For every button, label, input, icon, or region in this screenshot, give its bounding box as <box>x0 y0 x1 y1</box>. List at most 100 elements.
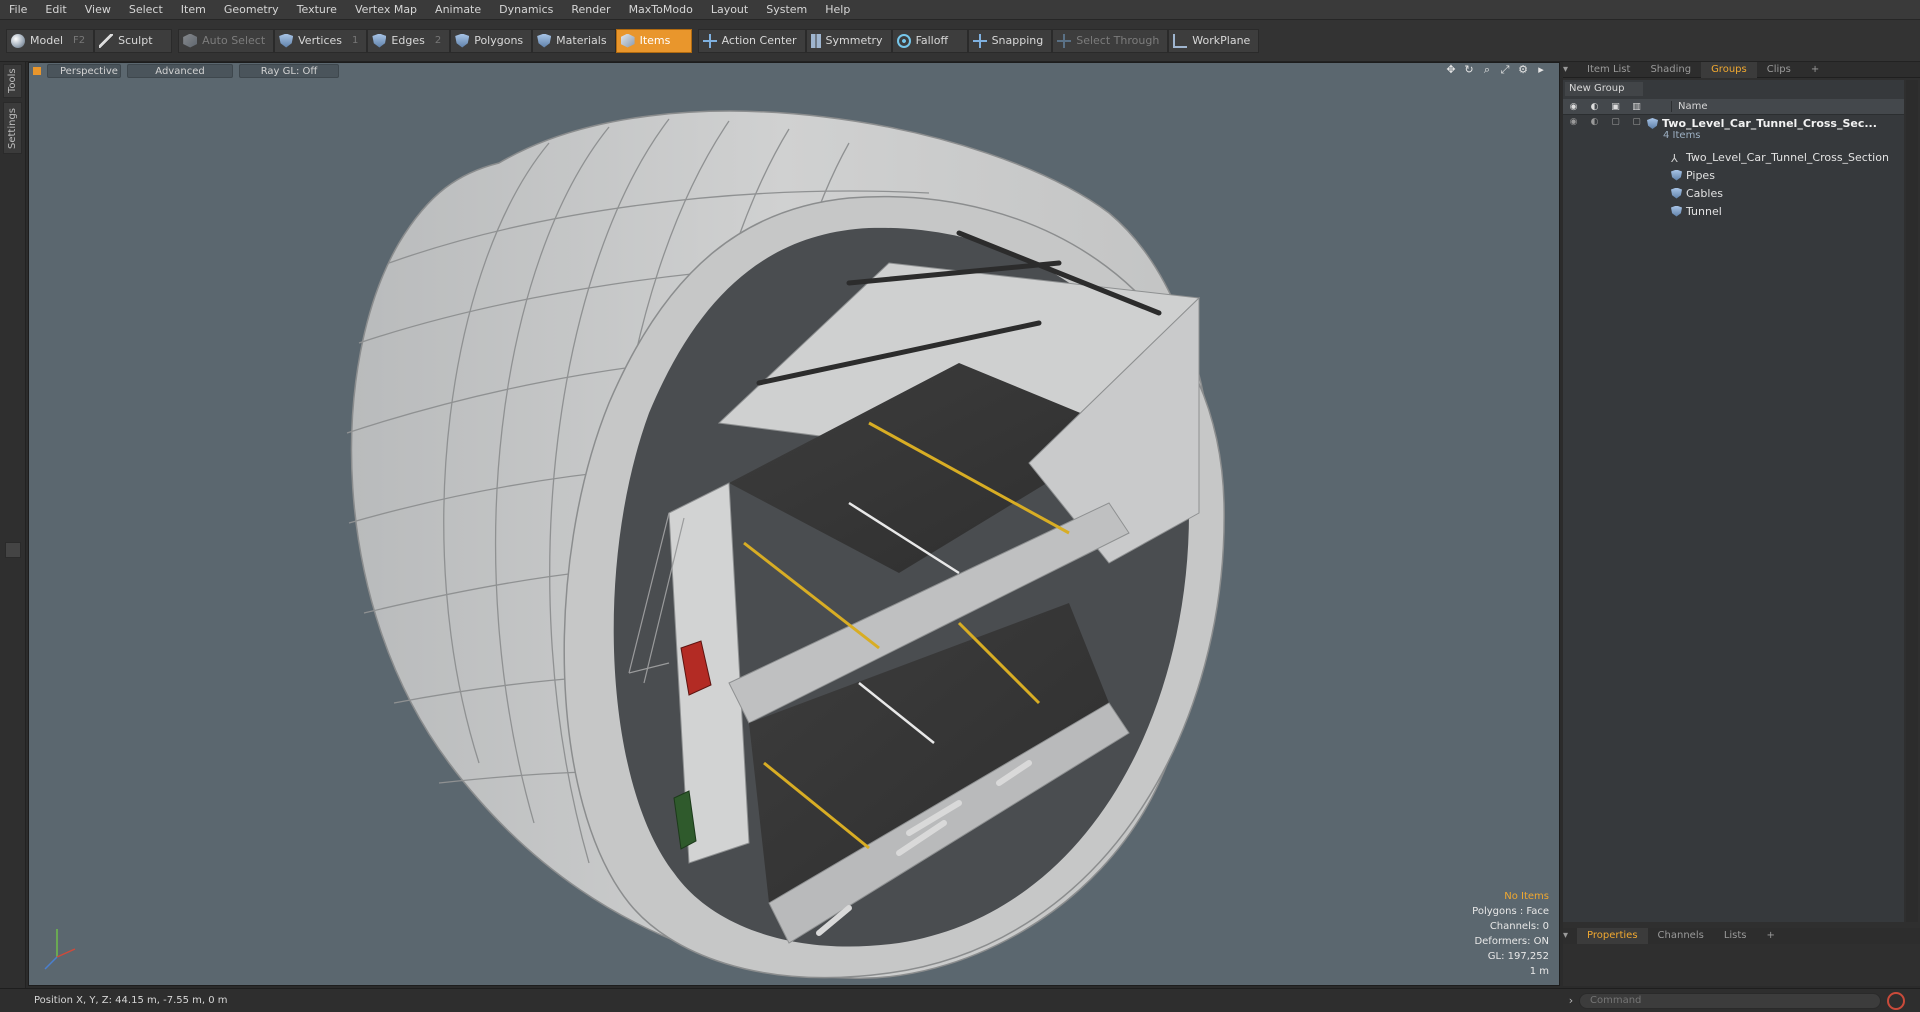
sculpt-label: Sculpt <box>118 34 153 47</box>
groups-scrollbar[interactable] <box>1906 80 1918 922</box>
menu-texture[interactable]: Texture <box>288 0 346 20</box>
tunnel-model-render[interactable] <box>29 63 1560 986</box>
lock-column-icon[interactable]: ▣ <box>1605 102 1626 112</box>
root-render-icon[interactable]: ◐ <box>1584 117 1605 127</box>
view-type-button[interactable]: Perspective <box>47 64 121 78</box>
select-through-button[interactable]: Select Through <box>1052 28 1169 53</box>
root-select-checkbox[interactable]: ▢ <box>1626 117 1647 127</box>
workplane-button[interactable]: WorkPlane <box>1168 28 1260 53</box>
scale-info: 1 m <box>1529 966 1549 977</box>
root-visibility-eye-icon[interactable]: ◉ <box>1563 117 1584 127</box>
zoom-icon[interactable]: ⌕ <box>1481 64 1493 76</box>
visibility-column-eye-icon[interactable]: ◉ <box>1563 102 1584 112</box>
tab-groups[interactable]: Groups <box>1701 61 1757 78</box>
groups-column-header: ◉ ◐ ▣ ▥ Name <box>1563 99 1904 115</box>
polygons-icon <box>455 33 470 48</box>
tab-properties[interactable]: Properties <box>1577 928 1648 944</box>
root-lock-checkbox[interactable]: ▢ <box>1605 117 1626 127</box>
menu-render[interactable]: Render <box>562 0 619 20</box>
menu-vertex-map[interactable]: Vertex Map <box>346 0 426 20</box>
name-column-header[interactable]: Name <box>1671 101 1708 112</box>
group-row-tunnel[interactable]: Tunnel <box>1563 202 1904 220</box>
tab-clips[interactable]: Clips <box>1757 62 1801 78</box>
raygl-toggle-button[interactable]: Ray GL: Off <box>239 64 339 78</box>
group-row-root[interactable]: ◉ ◐ ▢ ▢ Two_Level_Car_Tunnel_Cross_Sec..… <box>1563 117 1904 145</box>
gear-icon[interactable]: ⚙ <box>1517 64 1529 76</box>
command-history-icon[interactable] <box>1887 991 1905 1010</box>
menu-maxtomodo[interactable]: MaxToModo <box>620 0 702 20</box>
tab-shading[interactable]: Shading <box>1640 62 1701 78</box>
tab-item-list[interactable]: Item List <box>1577 62 1640 78</box>
polygons-button[interactable]: Polygons <box>450 28 533 53</box>
vertices-shortcut: 1 <box>352 35 359 46</box>
edges-button[interactable]: Edges 2 <box>367 28 451 53</box>
tab-tools[interactable]: Tools <box>3 64 22 98</box>
falloff-label: Falloff <box>915 34 949 47</box>
sculpt-mode-button[interactable]: Sculpt <box>94 28 173 53</box>
tab-settings[interactable]: Settings <box>3 102 22 154</box>
materials-button[interactable]: Materials <box>532 28 616 53</box>
panel-menu-icon[interactable]: ▾ <box>1563 62 1577 78</box>
tab-channels[interactable]: Channels <box>1648 928 1714 944</box>
rotate-icon[interactable]: ↻ <box>1463 64 1475 76</box>
auto-select-icon <box>183 33 198 48</box>
expand-arrow-icon[interactable]: ▸ <box>1535 64 1547 76</box>
falloff-button[interactable]: Falloff <box>891 28 968 53</box>
position-readout: Position X, Y, Z: 44.15 m, -7.55 m, 0 m <box>34 995 228 1006</box>
add-properties-tab-button[interactable]: + <box>1757 928 1785 944</box>
sidebar-toggle-button[interactable] <box>5 542 21 558</box>
symmetry-button[interactable]: Symmetry <box>805 28 892 53</box>
right-panel: ▾ Item List Shading Groups Clips + New G… <box>1563 61 1920 986</box>
mode-group: Model F2 Sculpt <box>6 28 173 54</box>
select-column-icon[interactable]: ▥ <box>1626 102 1647 112</box>
materials-label: Materials <box>556 34 607 47</box>
model-label: Model <box>30 34 64 47</box>
menu-bar: File Edit View Select Item Geometry Text… <box>0 0 1920 20</box>
materials-icon <box>537 33 552 48</box>
menu-item[interactable]: Item <box>172 0 215 20</box>
sculpt-brush-icon <box>99 33 114 48</box>
menu-file[interactable]: File <box>0 0 36 20</box>
menu-view[interactable]: View <box>76 0 120 20</box>
items-button[interactable]: Items <box>615 28 692 53</box>
channels-info: Channels: 0 <box>1489 921 1549 932</box>
properties-tabs: ▾ Properties Channels Lists + <box>1563 928 1920 944</box>
vertices-button[interactable]: Vertices 1 <box>274 28 368 53</box>
new-group-button[interactable]: New Group <box>1565 82 1643 96</box>
menu-help[interactable]: Help <box>816 0 859 20</box>
selection-info: No Items <box>1504 891 1549 902</box>
add-tab-button[interactable]: + <box>1801 62 1829 78</box>
tab-lists[interactable]: Lists <box>1714 928 1757 944</box>
edges-shortcut: 2 <box>434 35 442 46</box>
3d-viewport[interactable]: Perspective Advanced Ray GL: Off ✥ ↻ ⌕ ⤢… <box>28 62 1560 986</box>
menu-layout[interactable]: Layout <box>702 0 757 20</box>
gl-count-info: GL: 197,252 <box>1487 951 1549 962</box>
menu-animate[interactable]: Animate <box>426 0 490 20</box>
group-row-cables[interactable]: Cables <box>1563 184 1904 202</box>
group-row-pipes[interactable]: Pipes <box>1563 166 1904 184</box>
child-label-mesh: Two_Level_Car_Tunnel_Cross_Section <box>1686 150 1889 164</box>
deformers-info: Deformers: ON <box>1474 936 1549 947</box>
left-sidebar: Tools Settings <box>0 62 26 988</box>
pan-icon[interactable]: ✥ <box>1445 64 1457 76</box>
group-row-mesh[interactable]: ⅄ Two_Level_Car_Tunnel_Cross_Section <box>1563 148 1904 166</box>
snapping-button[interactable]: Snapping <box>967 28 1053 53</box>
menu-select[interactable]: Select <box>120 0 172 20</box>
model-mode-button[interactable]: Model F2 <box>6 28 95 53</box>
auto-select-button[interactable]: Auto Select <box>178 28 275 53</box>
render-column-icon[interactable]: ◐ <box>1584 102 1605 112</box>
root-row-toggles: ◉ ◐ ▢ ▢ <box>1563 117 1647 127</box>
menu-system[interactable]: System <box>757 0 816 20</box>
menu-dynamics[interactable]: Dynamics <box>490 0 562 20</box>
properties-menu-icon[interactable]: ▾ <box>1563 928 1577 944</box>
action-center-button[interactable]: Action Center <box>697 28 806 53</box>
shading-mode-button[interactable]: Advanced <box>127 64 233 78</box>
command-input[interactable] <box>1579 992 1881 1009</box>
maximize-icon[interactable]: ⤢ <box>1499 64 1511 76</box>
edges-icon <box>372 33 387 48</box>
workplane-label: WorkPlane <box>1192 34 1251 47</box>
symmetry-icon <box>810 33 821 48</box>
menu-edit[interactable]: Edit <box>36 0 75 20</box>
viewport-menu-dot-icon[interactable] <box>33 67 41 75</box>
menu-geometry[interactable]: Geometry <box>215 0 288 20</box>
